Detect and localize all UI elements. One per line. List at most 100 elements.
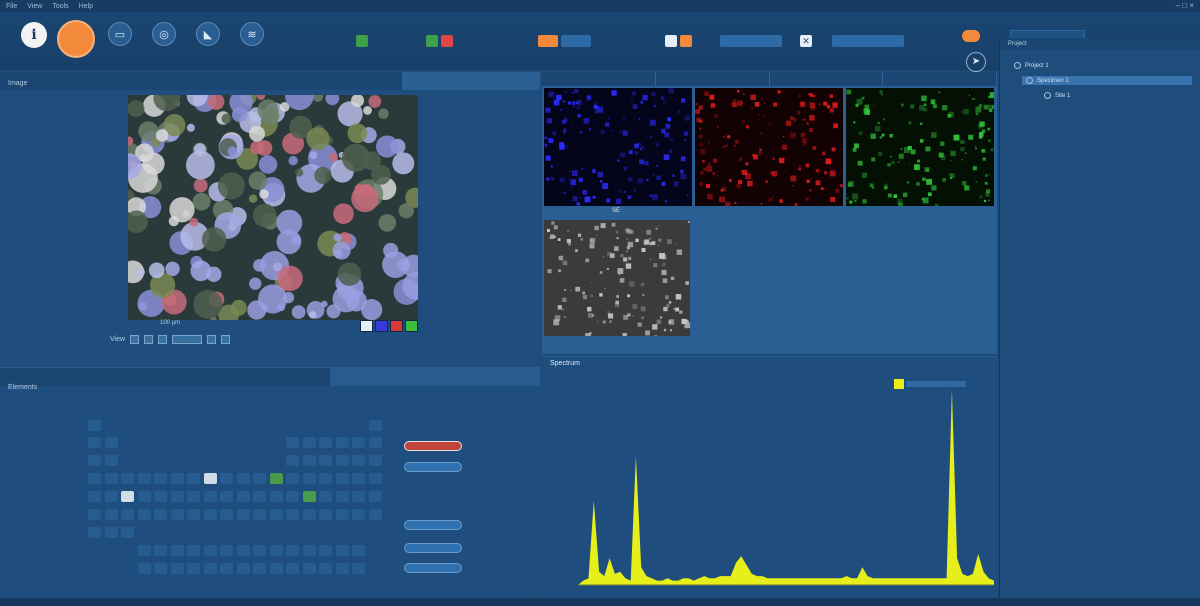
element-cell[interactable] — [269, 491, 283, 502]
screen-icon[interactable]: ▭ — [108, 22, 132, 46]
element-cell[interactable] — [286, 455, 299, 466]
fit-icon[interactable] — [158, 335, 168, 344]
compass-icon[interactable]: ➤ — [966, 52, 986, 72]
element-cell[interactable] — [88, 491, 101, 502]
element-cell[interactable] — [121, 527, 134, 538]
channel-white[interactable] — [360, 320, 373, 332]
confirm-button[interactable] — [404, 520, 462, 530]
element-cell[interactable] — [203, 509, 217, 520]
output-field[interactable] — [832, 34, 904, 47]
menu-item-help[interactable]: Help — [79, 3, 93, 10]
element-cell[interactable] — [335, 563, 349, 574]
maps-tab-2[interactable] — [656, 72, 770, 86]
close-map-control[interactable]: ✕ — [800, 34, 812, 47]
element-cell[interactable] — [368, 420, 382, 431]
maps-tab-1[interactable] — [542, 72, 656, 86]
periodic-panel-tab-active[interactable] — [330, 368, 540, 386]
zoom-field[interactable] — [172, 335, 203, 344]
element-cell[interactable] — [236, 509, 250, 520]
element-cell[interactable] — [253, 563, 266, 574]
pan-icon[interactable] — [207, 335, 217, 344]
settings-icon[interactable]: ◎ — [152, 22, 176, 46]
element-cell[interactable] — [104, 455, 118, 466]
view-mode-control[interactable] — [665, 34, 692, 47]
sem-grayscale-map[interactable] — [544, 220, 690, 336]
element-cell[interactable] — [236, 491, 250, 502]
element-cell[interactable] — [88, 455, 101, 466]
element-cell[interactable] — [319, 509, 332, 520]
element-cell[interactable] — [88, 473, 101, 484]
element-cell[interactable] — [154, 509, 167, 520]
channel-blue[interactable] — [375, 320, 388, 332]
element-cell[interactable] — [154, 545, 167, 556]
clear-elements-button[interactable] — [404, 441, 462, 451]
element-cell[interactable] — [352, 473, 365, 484]
element-cell[interactable] — [220, 473, 233, 484]
element-cell[interactable] — [253, 509, 266, 520]
element-cell[interactable] — [137, 473, 151, 484]
element-cell[interactable] — [187, 545, 200, 556]
element-cell[interactable] — [187, 563, 200, 574]
tree-item-project[interactable]: Project 1 — [1014, 62, 1049, 69]
chart-icon[interactable]: ◣ — [196, 22, 220, 46]
element-cell[interactable] — [352, 509, 365, 520]
element-cell[interactable] — [170, 545, 184, 556]
element-cell[interactable] — [269, 473, 283, 484]
element-cell[interactable] — [137, 545, 151, 556]
stop-control[interactable] — [426, 34, 453, 47]
element-cell[interactable] — [170, 563, 184, 574]
element-cell[interactable] — [236, 545, 250, 556]
element-cell[interactable] — [203, 563, 217, 574]
element-cell[interactable] — [269, 509, 283, 520]
element-cell[interactable] — [335, 437, 349, 448]
user-badge[interactable] — [962, 30, 980, 42]
zoom-in-icon[interactable] — [130, 335, 140, 344]
zoom-out-icon[interactable] — [144, 335, 154, 344]
element-cell[interactable] — [253, 545, 266, 556]
element-cell[interactable] — [220, 491, 233, 502]
element-cell[interactable] — [187, 473, 200, 484]
element-cell[interactable] — [88, 420, 101, 431]
element-cell[interactable] — [203, 473, 217, 484]
element-cell[interactable] — [137, 509, 151, 520]
element-map-blue[interactable] — [544, 88, 692, 206]
element-cell[interactable] — [104, 473, 118, 484]
element-cell[interactable] — [187, 509, 200, 520]
layers-icon[interactable]: ≋ — [240, 22, 264, 46]
element-cell[interactable] — [187, 491, 200, 502]
element-cell[interactable] — [368, 491, 382, 502]
report-button[interactable] — [404, 563, 462, 573]
element-cell[interactable] — [286, 473, 299, 484]
process-time-control[interactable] — [538, 34, 591, 47]
tree-item-site[interactable]: Site 1 — [1044, 92, 1070, 99]
spectrum-chart[interactable] — [542, 371, 997, 605]
channel-red[interactable] — [390, 320, 403, 332]
maps-tab-3[interactable] — [770, 72, 884, 86]
element-cell[interactable] — [137, 563, 151, 574]
element-cell[interactable] — [286, 491, 299, 502]
element-cell[interactable] — [335, 491, 349, 502]
element-cell[interactable] — [88, 527, 101, 538]
element-cell[interactable] — [253, 473, 266, 484]
process-time-field[interactable] — [561, 34, 591, 47]
tree-item-specimen[interactable]: Specimen 1 — [1022, 76, 1192, 85]
sem-image[interactable] — [128, 95, 418, 320]
element-cell[interactable] — [352, 491, 365, 502]
range-field[interactable] — [720, 34, 782, 47]
auto-id-button[interactable] — [404, 462, 462, 472]
element-cell[interactable] — [137, 491, 151, 502]
element-cell[interactable] — [236, 563, 250, 574]
element-cell[interactable] — [319, 563, 332, 574]
element-cell[interactable] — [302, 491, 316, 502]
element-cell[interactable] — [88, 437, 101, 448]
element-cell[interactable] — [286, 437, 299, 448]
run-control[interactable] — [356, 34, 368, 47]
element-cell[interactable] — [286, 563, 299, 574]
menu-item-view[interactable]: View — [27, 3, 42, 10]
element-cell[interactable] — [335, 455, 349, 466]
element-cell[interactable] — [154, 563, 167, 574]
menu-item-tools[interactable]: Tools — [52, 3, 68, 10]
element-cell[interactable] — [104, 491, 118, 502]
info-icon[interactable]: i — [21, 22, 47, 48]
element-cell[interactable] — [203, 491, 217, 502]
